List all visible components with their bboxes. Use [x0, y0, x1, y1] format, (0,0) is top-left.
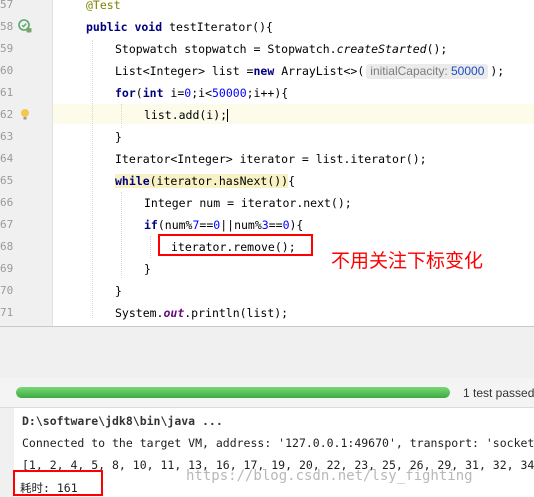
hint-name: initialCapacity:: [370, 64, 448, 78]
line-number: 61: [0, 86, 14, 99]
console-command-line: D:\software\jdk8\bin\java ...: [22, 414, 223, 428]
code-text: ;i++){: [246, 86, 289, 100]
code-text: List<Integer> list =: [115, 64, 254, 78]
number-literal: 50000: [212, 86, 247, 100]
code-line-stopwatch: Stopwatch stopwatch = Stopwatch.createSt…: [115, 41, 447, 57]
static-method: createStarted: [336, 42, 427, 56]
text-caret: [227, 109, 229, 122]
line-number: 65: [0, 174, 14, 187]
code-text: ==: [268, 218, 283, 232]
indent-guide: [121, 192, 122, 278]
indent-guide: [121, 104, 122, 128]
code-text: ;i<: [191, 86, 212, 100]
code-line-close-brace: }: [144, 262, 151, 276]
intention-bulb-icon[interactable]: [18, 107, 32, 121]
watermark: https://blog.csdn.net/lsy_fighting: [186, 468, 473, 484]
code-line-method-signature: public void testIterator(){: [86, 19, 273, 35]
annotation-note: 不用关注下标变化: [331, 250, 484, 272]
gutter-separator: [52, 0, 53, 326]
line-number: 62: [0, 108, 14, 121]
code-text: ArrayList<>(: [281, 64, 365, 78]
line-number: 69: [0, 262, 14, 275]
current-line-highlight: [53, 104, 534, 124]
code-text: {: [288, 174, 296, 188]
code-text: .println(list);: [184, 306, 289, 320]
line-number: 64: [0, 152, 14, 165]
code-line-if: if(num%7==0||num%3==0){: [144, 217, 303, 233]
code-text: i=: [170, 86, 185, 100]
number-literal: 3: [261, 218, 269, 232]
test-progress-bar: [16, 387, 450, 398]
line-number: 59: [0, 42, 14, 55]
code-text: (: [135, 86, 143, 100]
code-line-close-brace: }: [115, 130, 122, 144]
run-test-icon[interactable]: [18, 19, 32, 33]
code-line-list-declaration: List<Integer> list =new ArrayList<>(init…: [115, 63, 504, 79]
code-text: list.add(i);: [144, 108, 228, 122]
code-text: (iterator.hasNext()): [149, 174, 289, 188]
code-line-next: Integer num = iterator.next();: [144, 196, 352, 210]
remove-highlight-box: [158, 234, 313, 256]
line-number: 70: [0, 284, 14, 297]
code-editor[interactable]: 57 58 59 60 61 62 63 64 65 66 67 68 69 7…: [0, 0, 534, 326]
keyword: for: [115, 86, 136, 100]
line-number: 71: [0, 306, 14, 319]
editor-panel-divider[interactable]: [0, 326, 534, 378]
line-number: 66: [0, 196, 14, 209]
code-text: ();: [426, 42, 448, 56]
keyword: while: [115, 174, 150, 188]
keyword: public void: [86, 20, 170, 34]
line-number: 67: [0, 218, 14, 231]
code-line-for-loop: for(int i=0;i<50000;i++){: [115, 85, 288, 101]
code-line-list-add: list.add(i);: [144, 107, 229, 123]
code-text: ){: [289, 218, 304, 232]
console-gutter: [0, 408, 14, 497]
code-line-iterator: Iterator<Integer> iterator = list.iterat…: [115, 152, 427, 166]
code-text: ==: [199, 218, 214, 232]
elapsed-highlight-box: [13, 470, 103, 496]
number-literal: 0: [282, 218, 290, 232]
parameter-hint: initialCapacity: 50000: [366, 64, 489, 79]
test-status-text: 1 test passed: [463, 386, 534, 400]
line-number: 58: [0, 20, 14, 33]
code-text: System.: [115, 306, 164, 320]
code-text: (num%: [157, 218, 193, 232]
static-field: out: [163, 306, 185, 320]
line-number: 68: [0, 240, 14, 253]
keyword: int: [142, 86, 171, 100]
line-number: 60: [0, 64, 14, 77]
line-gutter: 57 58 59 60 61 62 63 64 65 66 67 68 69 7…: [0, 0, 52, 326]
keyword: new: [253, 64, 282, 78]
console-vm-line: Connected to the target VM, address: '12…: [22, 436, 534, 450]
code-line-annotation: @Test: [86, 0, 121, 12]
test-progress-fill: [16, 387, 450, 398]
indent-guide: [92, 40, 93, 318]
hint-value: 50000: [451, 64, 485, 78]
indent-guide: [150, 236, 151, 258]
test-progress-row: 1 test passed: [0, 378, 534, 408]
keyword: if: [144, 218, 158, 232]
line-number: 57: [0, 0, 14, 11]
code-line-println: System.out.println(list);: [115, 305, 288, 321]
line-number: 63: [0, 130, 14, 143]
code-text: ||num%: [220, 218, 262, 232]
code-line-close-brace: }: [115, 284, 122, 298]
code-text: Stopwatch stopwatch = Stopwatch.: [115, 42, 337, 56]
code-line-while: while(iterator.hasNext()){: [115, 173, 295, 189]
method-name: testIterator(){: [169, 20, 273, 34]
code-text: );: [490, 64, 505, 78]
